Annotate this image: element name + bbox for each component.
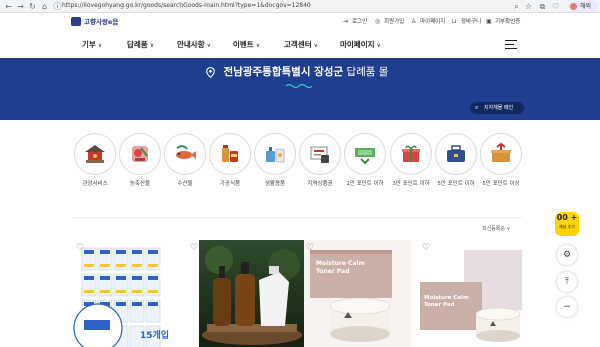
donation-check-link[interactable]: ▣ 기부확인증 <box>486 17 520 27</box>
product-label-line1: Moisture Calm <box>424 295 469 301</box>
product-image <box>418 240 525 347</box>
login-label: 로그인 <box>352 19 368 25</box>
cart-icon: ⊔ <box>452 18 457 25</box>
product-card[interactable] <box>199 240 306 347</box>
product-quantity-badge: 15개입 <box>140 331 170 341</box>
banner-title-region: 전남광주통합특별시 장성군 <box>223 66 344 78</box>
nav-mypage-label: 마이페이지 <box>340 40 375 49</box>
donation-check-label: 기부확인증 <box>495 19 521 25</box>
product-image <box>199 240 306 347</box>
processed-food-icon <box>222 145 238 162</box>
nav-gifts-label: 답례품 <box>127 40 148 49</box>
chevron-down-icon: ∨ <box>255 42 261 49</box>
join-label: 회원가입 <box>384 19 405 25</box>
user-add-icon: ◎ <box>375 18 381 25</box>
product-label-line2: Toner Pad <box>316 268 350 275</box>
chevron-down-icon: ∨ <box>376 42 381 49</box>
user-icon: ♙ <box>411 18 417 25</box>
favorites-icon[interactable]: ♡ <box>551 2 560 11</box>
nav-event[interactable]: 이벤트 ∨ <box>233 39 260 51</box>
region-mall-main-label: 지자체몰 메인 <box>484 105 514 111</box>
product-label-line1: Moisture Calm <box>316 260 365 267</box>
chevron-down-icon: ∨ <box>149 42 155 49</box>
scroll-top-icon[interactable]: ⤒ <box>557 272 577 292</box>
nav-mypage[interactable]: 마이페이지 ∨ <box>340 39 381 51</box>
point-5-icon <box>447 145 465 162</box>
product-card[interactable]: Moisture Calm Toner Pad <box>418 240 525 347</box>
point-1-icon <box>355 148 375 165</box>
bookmark-star-icon[interactable]: ☆ <box>524 2 533 11</box>
kakao-channel-label: 채널 추가 <box>559 224 575 229</box>
menu-icon[interactable] <box>505 40 517 50</box>
profile-label: 해외 <box>580 3 592 10</box>
wishlist-heart-icon[interactable]: ♡ <box>422 244 431 253</box>
login-link[interactable]: ⇥ 로그인 <box>343 17 367 27</box>
region-mall-main-button[interactable]: ⌕ 지자체몰 메인 <box>470 102 524 114</box>
chevron-down-icon: ∨ <box>313 42 319 49</box>
address-bar[interactable]: https://ilovegohyang.go.kr/goods/searchG… <box>62 1 311 10</box>
wave-decoration-icon <box>286 83 312 89</box>
section-divider <box>72 217 522 218</box>
back-icon[interactable]: ← <box>4 2 13 11</box>
login-icon: ⇥ <box>343 18 349 25</box>
minimize-icon[interactable]: − <box>557 297 577 317</box>
banner-title: 전남광주통합특별시 장성군 답례품 몰 <box>0 65 600 80</box>
logo-text: 고향사랑e음 <box>84 18 119 26</box>
chevron-down-icon: ∨ <box>97 42 103 49</box>
category-point-5plus[interactable]: 5만 포인트 이상 <box>480 133 522 189</box>
sort-label: 최신등록순 <box>482 226 506 232</box>
chevron-down-icon: ∨ <box>506 226 511 232</box>
nav-event-label: 이벤트 <box>233 40 254 49</box>
product-card[interactable]: 15개입 <box>72 240 179 347</box>
nav-donate-label: 기부 <box>82 40 96 49</box>
kakao-channel-icon: 00 + <box>556 213 578 222</box>
nav-guide-label: 안내사항 <box>177 40 205 49</box>
extension-icon[interactable]: ⧉ <box>538 2 547 11</box>
product-label-line2: Toner Pad <box>424 302 455 308</box>
category-label: 5만 포인트 이상 <box>482 181 520 187</box>
chatbot-robot-icon[interactable]: ⚙ <box>557 245 577 265</box>
logo-mark-icon <box>71 17 81 26</box>
nav-support-label: 고객센터 <box>284 40 312 49</box>
forward-icon[interactable]: → <box>16 2 25 11</box>
wishlist-heart-icon[interactable]: ♡ <box>190 244 199 253</box>
wishlist-heart-icon[interactable]: ♡ <box>306 244 315 253</box>
join-link[interactable]: ◎ 회원가입 <box>375 17 404 27</box>
gift-voucher-icon <box>310 146 329 163</box>
zoom-icon[interactable]: ⌕ <box>512 2 521 11</box>
profile-button[interactable]: 해외 <box>568 1 598 12</box>
product-image <box>304 240 411 347</box>
sort-select[interactable]: 최신등록순 ∨ <box>482 226 510 233</box>
certificate-icon: ▣ <box>486 18 492 25</box>
nav-support[interactable]: 고객센터 ∨ <box>284 39 318 51</box>
kakao-channel-button[interactable]: 00 + 채널 추가 <box>555 212 579 236</box>
household-icon <box>266 147 285 163</box>
home-icon[interactable]: ⌂ <box>40 2 49 11</box>
banner-title-suffix: 답례품 몰 <box>343 66 389 78</box>
nav-gifts[interactable]: 답례품 ∨ <box>127 39 154 51</box>
mypage-label: 마이페이지 <box>420 19 446 25</box>
tourism-icon <box>85 145 105 163</box>
cart-link[interactable]: ⊔ 장바구니 <box>452 17 481 27</box>
mypage-link[interactable]: ♙ 마이페이지 <box>411 17 445 27</box>
point-5plus-icon <box>491 142 511 162</box>
site-info-icon[interactable]: ⓘ <box>53 2 62 11</box>
seafood-icon <box>176 145 196 159</box>
nav-donate[interactable]: 기부 ∨ <box>82 39 102 51</box>
chevron-down-icon: ∨ <box>206 42 212 49</box>
browser-toolbar: ← → ↻ ⌂ ⓘ https://ilovegohyang.go.kr/goo… <box>0 0 600 13</box>
point-3-icon <box>402 145 420 162</box>
wishlist-heart-icon[interactable]: ♡ <box>76 244 85 253</box>
agriculture-icon <box>132 146 148 162</box>
reload-icon[interactable]: ↻ <box>28 2 37 11</box>
avatar <box>570 3 577 10</box>
nav-guide[interactable]: 안내사항 ∨ <box>177 39 211 51</box>
search-icon: ⌕ <box>475 104 479 111</box>
product-card[interactable]: Moisture Calm Toner Pad <box>304 240 411 347</box>
cart-label: 장바구니 <box>461 19 482 25</box>
